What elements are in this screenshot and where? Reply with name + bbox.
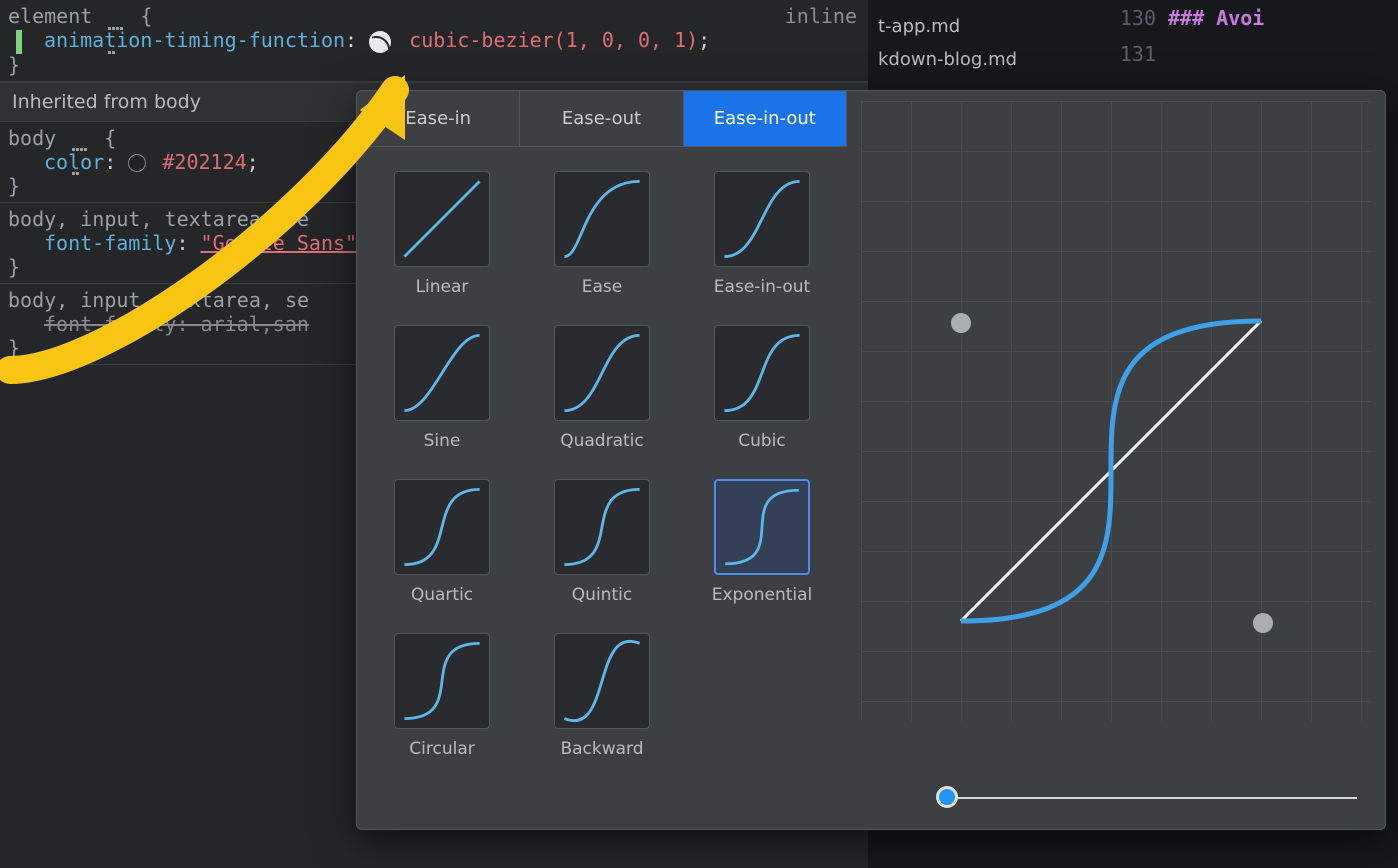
property-name: color — [44, 150, 104, 174]
property-name: animation-timing-function — [44, 28, 345, 52]
preset-ease-in-out[interactable]: Ease-in-out — [697, 171, 827, 297]
rule-element[interactable]: element { inline animation-timing-functi… — [0, 0, 869, 82]
file-tab[interactable]: kdown-blog.md — [868, 43, 1088, 76]
tab-ease-out[interactable]: Ease-out — [520, 91, 683, 146]
preset-panel: Ease-in Ease-out Ease-in-out Linear Ease… — [357, 91, 847, 829]
grid-dots-icon — [72, 133, 88, 145]
line-number: 131 — [1100, 36, 1156, 72]
property-name: font-family — [44, 312, 176, 336]
bezier-editor-popup: Ease-in Ease-out Ease-in-out Linear Ease… — [356, 90, 1386, 830]
property-value[interactable]: arial,san — [201, 312, 309, 336]
preset-quartic[interactable]: Quartic — [377, 479, 507, 605]
preset-quadratic[interactable]: Quadratic — [537, 325, 667, 451]
font-value-1[interactable]: "Google Sans" — [201, 231, 358, 255]
file-list: t-app.md kdown-blog.md — [868, 10, 1088, 76]
curve-canvas[interactable] — [861, 101, 1371, 721]
property-value[interactable]: #202124 — [162, 150, 246, 174]
playhead-track[interactable] — [947, 797, 1357, 799]
preset-quintic[interactable]: Quintic — [537, 479, 667, 605]
preset-circular[interactable]: Circular — [377, 633, 507, 759]
preset-sine[interactable]: Sine — [377, 325, 507, 451]
easing-tabs: Ease-in Ease-out Ease-in-out — [357, 91, 847, 147]
tab-ease-in-out[interactable]: Ease-in-out — [684, 91, 847, 146]
selector: body, input, textarea, se — [8, 207, 309, 231]
color-swatch-icon[interactable] — [128, 154, 146, 172]
preset-exponential[interactable]: Exponential — [697, 479, 827, 605]
tab-ease-in[interactable]: Ease-in — [357, 91, 520, 146]
enabled-marker — [16, 30, 22, 54]
preset-linear[interactable]: Linear — [377, 171, 507, 297]
property-value[interactable]: cubic-bezier(1, 0, 0, 1) — [409, 28, 698, 52]
grid-dots-icon — [108, 12, 124, 24]
playhead-icon[interactable] — [936, 786, 958, 808]
line-number: 130 — [1100, 0, 1156, 36]
selector: element — [8, 4, 92, 28]
control-handle-p2[interactable] — [951, 313, 971, 333]
preset-grid: Linear Ease Ease-in-out Sine Quadratic C… — [357, 147, 847, 783]
file-tab[interactable]: t-app.md — [868, 10, 1088, 43]
md-heading: ### Avoi — [1168, 6, 1264, 30]
property-row[interactable]: animation-timing-function: cubic-bezier(… — [8, 28, 861, 53]
selector: body, input, textarea, se — [8, 288, 309, 312]
editor-content[interactable]: ### Avoi — [1168, 0, 1264, 36]
property-name: font-family — [44, 231, 176, 255]
bezier-swatch-icon[interactable] — [369, 31, 391, 53]
preset-cubic[interactable]: Cubic — [697, 325, 827, 451]
inline-label: inline — [785, 4, 857, 28]
selector: body — [8, 126, 56, 150]
preset-backward[interactable]: Backward — [537, 633, 667, 759]
preset-ease[interactable]: Ease — [537, 171, 667, 297]
curve-editor[interactable] — [847, 91, 1385, 829]
control-handle-p1[interactable] — [1253, 613, 1273, 633]
